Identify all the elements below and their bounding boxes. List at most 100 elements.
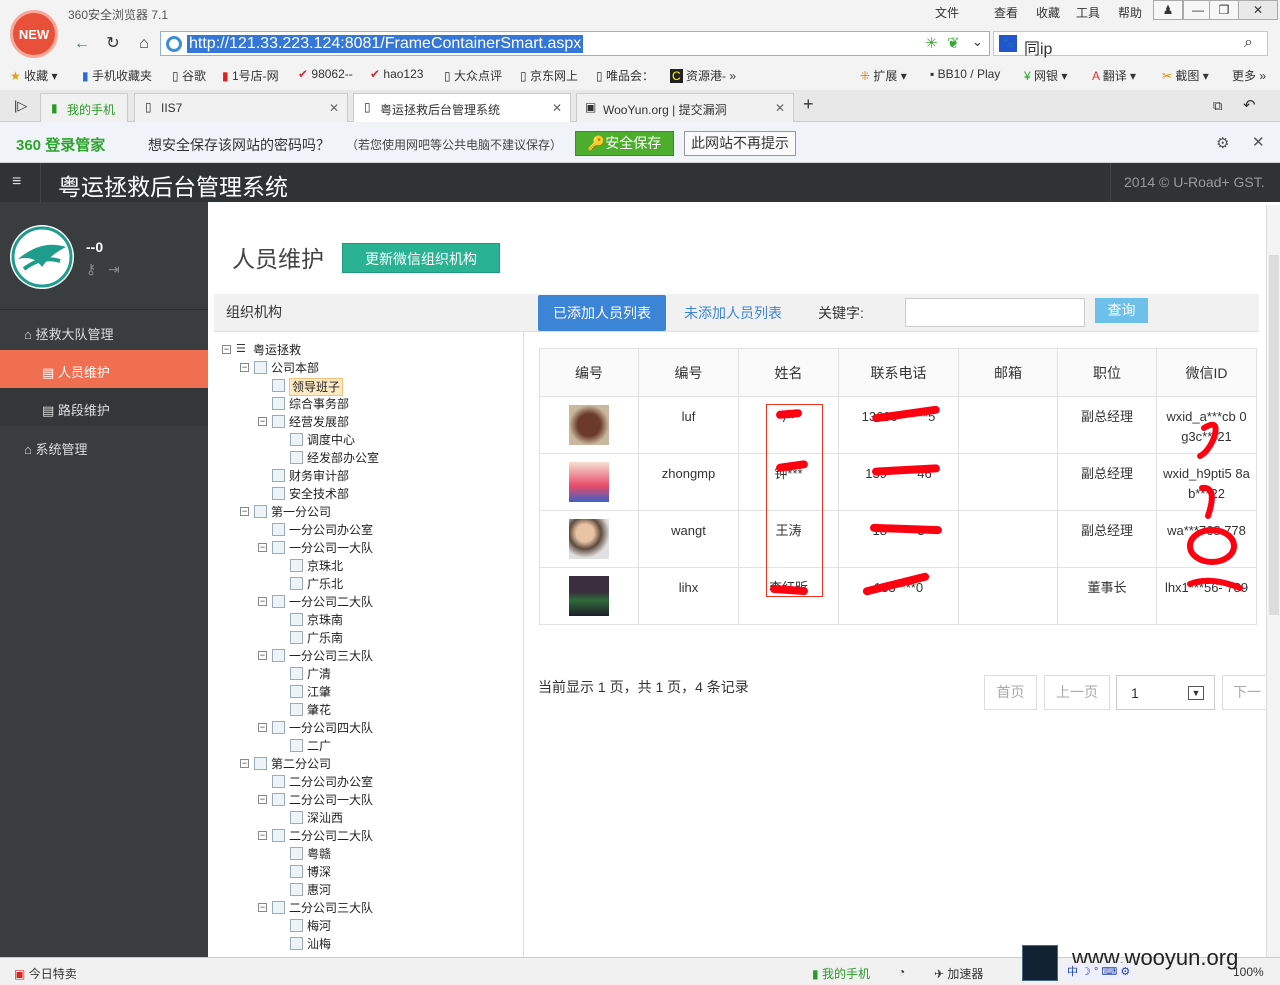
tree-node[interactable]: 综合事务部 bbox=[289, 396, 349, 412]
leaf-icon[interactable]: ❦ bbox=[947, 34, 960, 52]
bookmark-yhd[interactable]: ▮ 1号店-网 bbox=[222, 67, 279, 84]
tree-node[interactable]: 领导班子 bbox=[289, 378, 344, 396]
bookmark-google[interactable]: ▯ 谷歌 bbox=[172, 67, 206, 84]
tool-extensions[interactable]: ⁜ 扩展 ▾ bbox=[860, 67, 907, 84]
tree-node[interactable]: 广乐南 bbox=[307, 630, 343, 646]
url-text[interactable]: http://121.33.223.124:8081/FrameContaine… bbox=[187, 35, 584, 53]
status-my-phone[interactable]: ▮ 我的手机 bbox=[812, 965, 870, 982]
tree-node[interactable]: 京珠南 bbox=[307, 612, 343, 628]
tree-node[interactable]: 二分公司三大队 bbox=[289, 900, 373, 916]
tab-iis7[interactable]: ▯ IIS7 ✕ bbox=[134, 93, 348, 122]
search-box[interactable]: 🐾 同ip ⌕ bbox=[993, 31, 1268, 59]
table-row[interactable]: zhongmp钟***139******46副总经理wxid_h9pti5 8a… bbox=[539, 453, 1257, 511]
tree-node[interactable]: 江肇 bbox=[307, 684, 331, 700]
bookmark-favorites[interactable]: ★ 收藏 ▾ bbox=[10, 67, 57, 84]
tree-node[interactable]: 一分公司办公室 bbox=[289, 522, 373, 538]
tree-expander-icon[interactable]: − bbox=[240, 363, 249, 372]
tree-expander-icon[interactable]: − bbox=[240, 507, 249, 516]
tree-node[interactable]: 公司本部 bbox=[271, 360, 319, 376]
bookmark-hao123[interactable]: ✔ hao123 bbox=[370, 67, 423, 81]
tree-expander-icon[interactable]: − bbox=[258, 651, 267, 660]
tree-node[interactable]: 第一分公司 bbox=[271, 504, 331, 520]
tree-node[interactable]: 梅河 bbox=[307, 918, 331, 934]
tree-expander-icon[interactable]: − bbox=[258, 723, 267, 732]
key-icon[interactable]: ⚷ bbox=[86, 261, 96, 277]
next-page-button[interactable]: 下一 bbox=[1222, 675, 1266, 710]
tree-expander-icon[interactable]: − bbox=[240, 759, 249, 768]
accelerator[interactable]: ✈ 加速器 bbox=[934, 965, 983, 982]
logout-icon[interactable]: ⇥ bbox=[108, 261, 120, 277]
tree-node[interactable]: 汕梅 bbox=[307, 936, 331, 952]
tree-node[interactable]: 粤运拯救 bbox=[253, 342, 301, 358]
tree-node[interactable]: 调度中心 bbox=[307, 432, 355, 448]
tree-node[interactable]: 广乐北 bbox=[307, 576, 343, 592]
sidebar-item-road[interactable]: ▤ 路段维护 bbox=[0, 388, 208, 426]
menu-file[interactable]: 文件 bbox=[935, 4, 959, 21]
tool-more[interactable]: 更多 » bbox=[1232, 67, 1266, 84]
tree-node[interactable]: 粤赣 bbox=[307, 846, 331, 862]
bookmark-phone[interactable]: ▮ 手机收藏夹 bbox=[82, 67, 152, 84]
new-tab-icon[interactable]: + bbox=[803, 94, 814, 115]
shirt-icon[interactable]: ♟ bbox=[1153, 0, 1183, 20]
tree-node[interactable]: 惠河 bbox=[307, 882, 331, 898]
tree-expander-icon[interactable]: − bbox=[258, 417, 267, 426]
tab-added-personnel[interactable]: 已添加人员列表 bbox=[538, 295, 666, 331]
home-icon[interactable]: ⌂ bbox=[132, 32, 156, 56]
refresh-icon[interactable]: ↻ bbox=[101, 32, 125, 56]
prev-page-button[interactable]: 上一页 bbox=[1044, 675, 1110, 710]
tree-node[interactable]: 深汕西 bbox=[307, 810, 343, 826]
sidebar-item-rescue[interactable]: ⌂ 拯救大队管理 bbox=[0, 312, 208, 350]
feedback-icon[interactable]: ◔ bbox=[898, 965, 905, 979]
tree-node[interactable]: 二分公司二大队 bbox=[289, 828, 373, 844]
tab-wooyun[interactable]: ▣ WooYun.org | 提交漏洞 ✕ bbox=[576, 93, 794, 122]
tree-node[interactable]: 一分公司一大队 bbox=[289, 540, 373, 556]
bookmark-jd[interactable]: ▯ 京东网上 bbox=[520, 67, 578, 84]
tree-node[interactable]: 经发部办公室 bbox=[307, 450, 379, 466]
bookmark-98062[interactable]: ✔ 98062-- bbox=[298, 67, 353, 81]
close-tab-icon[interactable]: ✕ bbox=[329, 101, 339, 115]
keyword-input[interactable] bbox=[905, 298, 1085, 327]
chevron-down-icon[interactable]: ⌄ bbox=[972, 34, 983, 50]
bookmark-vip[interactable]: ▯ 唯品会： bbox=[596, 67, 654, 84]
maximize-button[interactable]: ❐ bbox=[1209, 0, 1239, 20]
baidu-paw-icon[interactable]: 🐾 bbox=[999, 35, 1017, 52]
sidebar-toggle-icon[interactable]: |▷ bbox=[14, 98, 27, 114]
tool-bb10[interactable]: ▪ BB10 / Play bbox=[930, 67, 1000, 81]
tool-translate[interactable]: A 翻译 ▾ bbox=[1092, 67, 1136, 84]
tree-node[interactable]: 广清 bbox=[307, 666, 331, 682]
tool-bank[interactable]: ¥ 网银 ▾ bbox=[1024, 67, 1067, 84]
restore-tab-icon[interactable]: ⧉ bbox=[1213, 98, 1222, 114]
sidebar-item-system[interactable]: ⌂ 系统管理 bbox=[0, 427, 208, 465]
query-button[interactable]: 查询 bbox=[1095, 298, 1148, 323]
tree-node[interactable]: 京珠北 bbox=[307, 558, 343, 574]
search-icon[interactable]: ⌕ bbox=[1244, 34, 1253, 52]
menu-favorites[interactable]: 收藏 bbox=[1036, 4, 1060, 21]
table-row[interactable]: lihx李红昕133****0董事长lhx1***56- 789 bbox=[539, 567, 1257, 625]
tree-node[interactable]: 一分公司四大队 bbox=[289, 720, 373, 736]
table-row[interactable]: luf卢13600******5副总经理wxid_a***cb 0g3c***2… bbox=[539, 396, 1257, 454]
tree-node[interactable]: 安全技术部 bbox=[289, 486, 349, 502]
tree-expander-icon[interactable]: − bbox=[258, 543, 267, 552]
tree-node[interactable]: 第二分公司 bbox=[271, 756, 331, 772]
update-wechat-org-button[interactable]: 更新微信组织机构 bbox=[342, 243, 500, 273]
close-tab-icon[interactable]: ✕ bbox=[775, 101, 785, 115]
address-bar[interactable]: http://121.33.223.124:8081/FrameContaine… bbox=[160, 31, 990, 56]
close-tab-icon[interactable]: ✕ bbox=[552, 101, 562, 115]
back-arrow-icon[interactable]: ← bbox=[70, 32, 94, 56]
refresh-green-icon[interactable]: ✳ bbox=[925, 34, 938, 52]
tree-node[interactable]: 博深 bbox=[307, 864, 331, 880]
close-window-button[interactable]: ✕ bbox=[1238, 0, 1278, 20]
tab-not-added-personnel[interactable]: 未添加人员列表 bbox=[684, 303, 782, 323]
close-icon[interactable]: ✕ bbox=[1252, 133, 1265, 151]
never-prompt-button[interactable]: 此网站不再提示 bbox=[684, 131, 796, 156]
bookmark-dianping[interactable]: ▯ 大众点评 bbox=[444, 67, 502, 84]
search-input[interactable]: 同ip bbox=[1024, 35, 1052, 59]
tree-node[interactable]: 肇花 bbox=[307, 702, 331, 718]
ime-toolbar[interactable]: 中 ☽ ° ⌨ ⚙ bbox=[1064, 963, 1134, 979]
tree-expander-icon[interactable]: − bbox=[258, 795, 267, 804]
tree-node[interactable]: 二分公司一大队 bbox=[289, 792, 373, 808]
bookmark-ziyuan[interactable]: C 资源港- » bbox=[670, 67, 736, 84]
gear-icon[interactable]: ⚙ bbox=[1216, 134, 1229, 152]
first-page-button[interactable]: 首页 bbox=[984, 675, 1037, 710]
tree-expander-icon[interactable]: − bbox=[258, 597, 267, 606]
